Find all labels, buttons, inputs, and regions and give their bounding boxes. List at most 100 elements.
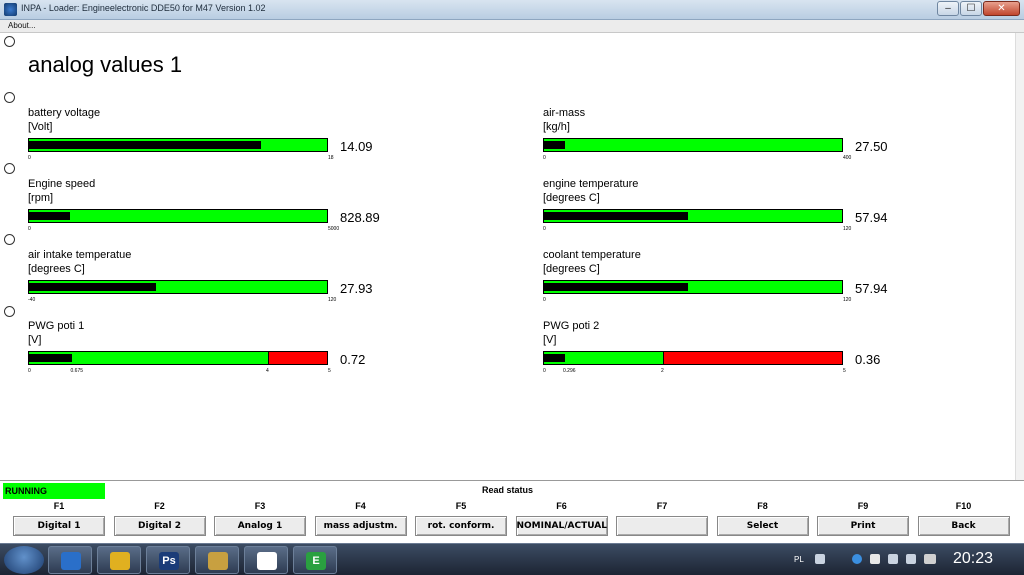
fkey-button-f8[interactable]: Select bbox=[716, 516, 809, 536]
keyboard-tray-icon[interactable] bbox=[815, 554, 825, 564]
fkey-button-f10[interactable]: Back bbox=[917, 516, 1010, 536]
fkey-button-f1[interactable]: Digital 1 bbox=[13, 516, 105, 536]
radio-button[interactable] bbox=[4, 36, 15, 47]
gauge-value: 0.72 bbox=[340, 352, 366, 367]
network-tray-icon[interactable] bbox=[924, 554, 936, 564]
gauge-value: 14.09 bbox=[340, 139, 373, 154]
gauge-value: 27.50 bbox=[855, 139, 888, 154]
chrome-app-icon[interactable] bbox=[97, 546, 141, 574]
bmw-app-icon[interactable] bbox=[244, 546, 288, 574]
gauge-label: PWG poti 2 bbox=[543, 320, 600, 332]
gauge-fill bbox=[544, 212, 688, 220]
radio-button[interactable] bbox=[4, 163, 15, 174]
gauge-marker bbox=[268, 352, 269, 364]
gauge-red-tick: 2 bbox=[661, 368, 664, 374]
photoshop-app-icon[interactable]: Ps bbox=[146, 546, 190, 574]
gauge-max-tick: 18 bbox=[328, 155, 334, 161]
maximize-button[interactable]: ☐ bbox=[960, 1, 982, 16]
running-status-badge: RUNNING bbox=[3, 483, 105, 499]
gauge-fill bbox=[29, 283, 156, 291]
menu-bar: About... bbox=[0, 20, 1024, 33]
gauge-fill bbox=[544, 141, 565, 149]
fkey-label: F5 bbox=[455, 501, 467, 511]
gauge-min-tick: 0 bbox=[543, 226, 546, 232]
menu-about[interactable]: About... bbox=[8, 21, 36, 30]
fkey-label: F7 bbox=[656, 501, 668, 511]
fkey-label: F6 bbox=[556, 501, 567, 511]
fkey-label: F8 bbox=[757, 501, 768, 511]
gauge-max-tick: 120 bbox=[843, 297, 852, 303]
gauge-unit: [rpm] bbox=[28, 192, 54, 204]
gauge-min-tick: 0 bbox=[28, 368, 31, 374]
radio-button[interactable] bbox=[4, 234, 15, 245]
content-area bbox=[0, 33, 1024, 480]
gauge-value: 828.89 bbox=[340, 210, 380, 225]
gauge-min-tick: 0 bbox=[543, 155, 546, 161]
taskbar-clock[interactable]: 20:23 bbox=[953, 550, 993, 568]
gauge-max-tick: 5000 bbox=[328, 226, 340, 232]
gauge-bar bbox=[28, 138, 328, 152]
ediabas-app-icon[interactable]: E bbox=[293, 546, 337, 574]
bmw-icon bbox=[257, 552, 277, 570]
fkey-button-f9[interactable]: Print bbox=[817, 516, 909, 536]
fkey-button-f4[interactable]: mass adjustm. bbox=[314, 516, 407, 536]
gauge-red-zone bbox=[269, 352, 327, 364]
chrome-icon bbox=[110, 552, 130, 570]
gauge-bar bbox=[28, 351, 328, 365]
volume-tray-icon[interactable] bbox=[906, 554, 916, 564]
fkey-button-f5[interactable]: rot. conform. bbox=[415, 516, 507, 536]
gauge-bar bbox=[543, 351, 843, 365]
ediabas-icon: E bbox=[306, 552, 326, 570]
app-icon bbox=[4, 3, 17, 16]
gauge-value: 0.36 bbox=[855, 352, 881, 367]
gauge-red-zone bbox=[664, 352, 842, 364]
gauge-unit: [degrees C] bbox=[543, 263, 600, 275]
fkey-button-f6[interactable]: NOMINAL/ACTUAL bbox=[515, 516, 608, 536]
gauge-max-tick: 5 bbox=[328, 368, 331, 374]
gauge-value: 57.94 bbox=[855, 281, 888, 296]
gauge-mid-tick: 0.296 bbox=[563, 368, 576, 374]
gauge-label: Engine speed bbox=[28, 178, 96, 190]
fkey-label: F4 bbox=[355, 501, 366, 511]
page-title: analog values 1 bbox=[28, 52, 183, 77]
fkey-button-f2[interactable]: Digital 2 bbox=[113, 516, 206, 536]
minimize-button[interactable]: – bbox=[937, 1, 959, 16]
gauge-unit: [degrees C] bbox=[543, 192, 600, 204]
fkey-label: F10 bbox=[955, 501, 972, 511]
start-button[interactable] bbox=[4, 546, 44, 574]
tools-icon bbox=[208, 552, 228, 570]
radio-button[interactable] bbox=[4, 92, 15, 103]
language-indicator[interactable]: PL bbox=[794, 555, 804, 564]
gauge-value: 27.93 bbox=[340, 281, 373, 296]
gauge-min-tick: 0 bbox=[543, 297, 546, 303]
radio-button[interactable] bbox=[4, 306, 15, 317]
gauge-min-tick: 0 bbox=[28, 155, 31, 161]
taskbar: Ps E PL 20:23 bbox=[0, 543, 1024, 575]
flag-tray-icon[interactable] bbox=[870, 554, 880, 564]
gauge-label: air-mass bbox=[543, 107, 586, 119]
close-button[interactable]: ✕ bbox=[983, 1, 1020, 16]
battery-tray-icon[interactable] bbox=[888, 554, 898, 564]
gauge-fill bbox=[29, 354, 72, 362]
explorer-icon bbox=[61, 552, 81, 570]
gauge-label: battery voltage bbox=[28, 107, 101, 119]
fkey-button-f3[interactable]: Analog 1 bbox=[214, 516, 306, 536]
gauge-bar bbox=[543, 138, 843, 152]
gauge-value: 57.94 bbox=[855, 210, 888, 225]
fkey-label: F2 bbox=[154, 501, 165, 511]
fkey-button-f7[interactable] bbox=[616, 516, 708, 536]
gauge-fill bbox=[29, 141, 261, 149]
gauge-mid-tick: 0.675 bbox=[70, 368, 84, 374]
gauge-label: air intake temperatue bbox=[28, 249, 132, 261]
window-title: INPA - Loader: Engineelectronic DDE50 fo… bbox=[21, 3, 266, 13]
tools-app-icon[interactable] bbox=[195, 546, 239, 574]
vertical-scrollbar[interactable] bbox=[1015, 33, 1024, 480]
function-key-panel: RUNNING Read status F1 Digital 1 F2 Digital… bbox=[0, 480, 1024, 542]
gauge-max-tick: 400 bbox=[843, 155, 852, 161]
inpa-screen: INPA - Loader: Engineelectronic DDE50 fo… bbox=[0, 0, 1024, 575]
gauge-bar bbox=[543, 209, 843, 223]
gauge-label: engine temperature bbox=[543, 178, 639, 190]
fkey-label: F3 bbox=[254, 501, 266, 511]
explorer-app-icon[interactable] bbox=[48, 546, 92, 574]
help-tray-icon[interactable] bbox=[852, 554, 862, 564]
